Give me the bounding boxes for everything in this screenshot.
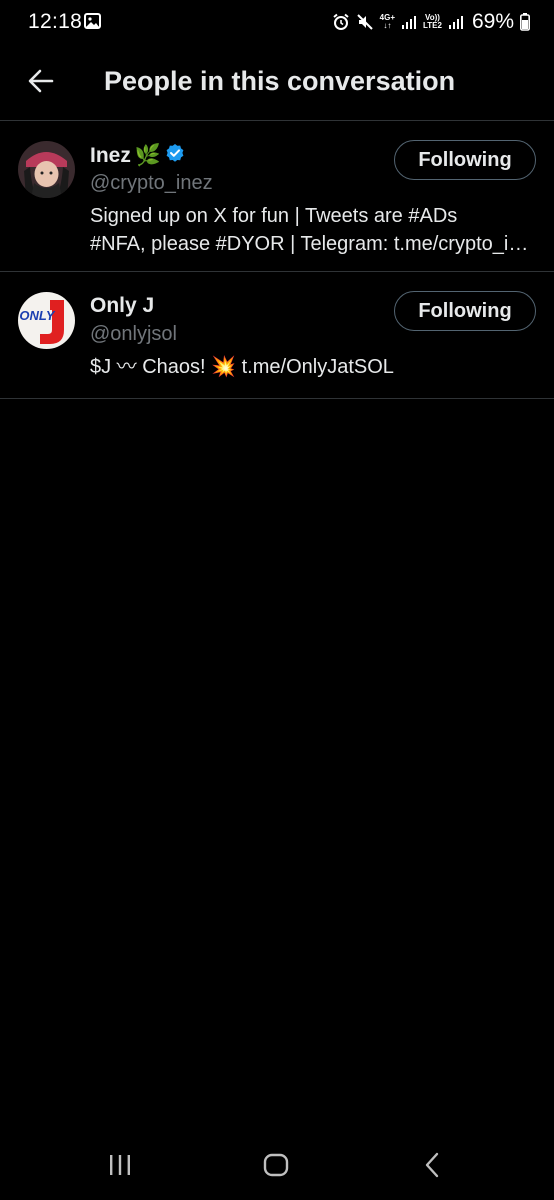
user-name-line: Only J <box>90 294 154 318</box>
signal-icon-2 <box>448 14 464 30</box>
user-row-inez[interactable]: Inez 🌿 @crypto_inez Signed up on X for f… <box>0 121 554 271</box>
arrow-left-icon <box>28 69 54 98</box>
user-name: Only J <box>90 294 155 317</box>
home-icon <box>263 1153 289 1182</box>
bio-line: $J 〰 Chaos! 💥 t.me/OnlyJatSOL <box>90 356 394 378</box>
following-button[interactable]: Following <box>394 291 536 331</box>
battery-percent: 69% <box>471 10 514 33</box>
user-name-line: Inez 🌿 <box>90 143 185 169</box>
status-indicators: 4G+ ↓↑ Vo)) LTE2 69% <box>332 8 530 36</box>
recent-apps-button[interactable] <box>100 1150 140 1184</box>
home-button[interactable] <box>256 1150 296 1184</box>
gallery-icon <box>84 13 101 29</box>
status-bar: 12:18 4G+ ↓↑ Vo)) LTE2 69% <box>0 0 554 46</box>
network-type: 4G+ ↓↑ <box>380 14 395 30</box>
mute-icon <box>356 13 374 31</box>
battery-icon <box>520 13 530 31</box>
user-handle: @onlyjsol <box>90 323 178 345</box>
back-button[interactable] <box>20 62 62 104</box>
data-arrows-icon: ↓↑ <box>383 21 392 30</box>
bio-line: Signed up on X for fun | Tweets are #ADs <box>90 205 458 227</box>
header: People in this conversation <box>0 46 554 120</box>
nav-back-button[interactable] <box>412 1150 452 1184</box>
user-emoji: 🌿 <box>134 144 161 167</box>
system-nav-bar <box>0 1134 554 1200</box>
alarm-icon <box>332 13 350 31</box>
volte-indicator: Vo)) LTE2 <box>423 14 442 30</box>
following-button[interactable]: Following <box>394 140 536 180</box>
user-bio: Signed up on X for fun | Tweets are #ADs… <box>90 202 536 258</box>
back-icon <box>424 1152 440 1183</box>
user-name: Inez <box>90 144 131 167</box>
recent-apps-icon <box>108 1154 132 1181</box>
signal-icon <box>401 14 417 30</box>
status-time: 12:18 <box>28 10 83 33</box>
bio-line: #NFA, please #DYOR | Telegram: t.me/cryp… <box>90 233 536 255</box>
avatar-logo-text: ONLY <box>19 308 55 323</box>
avatar[interactable] <box>18 141 75 198</box>
avatar[interactable]: ONLY <box>18 292 75 349</box>
user-bio: $J 〰 Chaos! 💥 t.me/OnlyJatSOL <box>90 353 536 381</box>
verified-badge-icon <box>165 143 185 169</box>
user-row-onlyj[interactable]: ONLY Only J @onlyjsol $J 〰 Chaos! 💥 t.me… <box>0 272 554 398</box>
user-handle: @crypto_inez <box>90 172 213 194</box>
row-divider <box>0 398 554 399</box>
lte-label: LTE2 <box>423 21 442 30</box>
page-title: People in this conversation <box>104 66 456 96</box>
